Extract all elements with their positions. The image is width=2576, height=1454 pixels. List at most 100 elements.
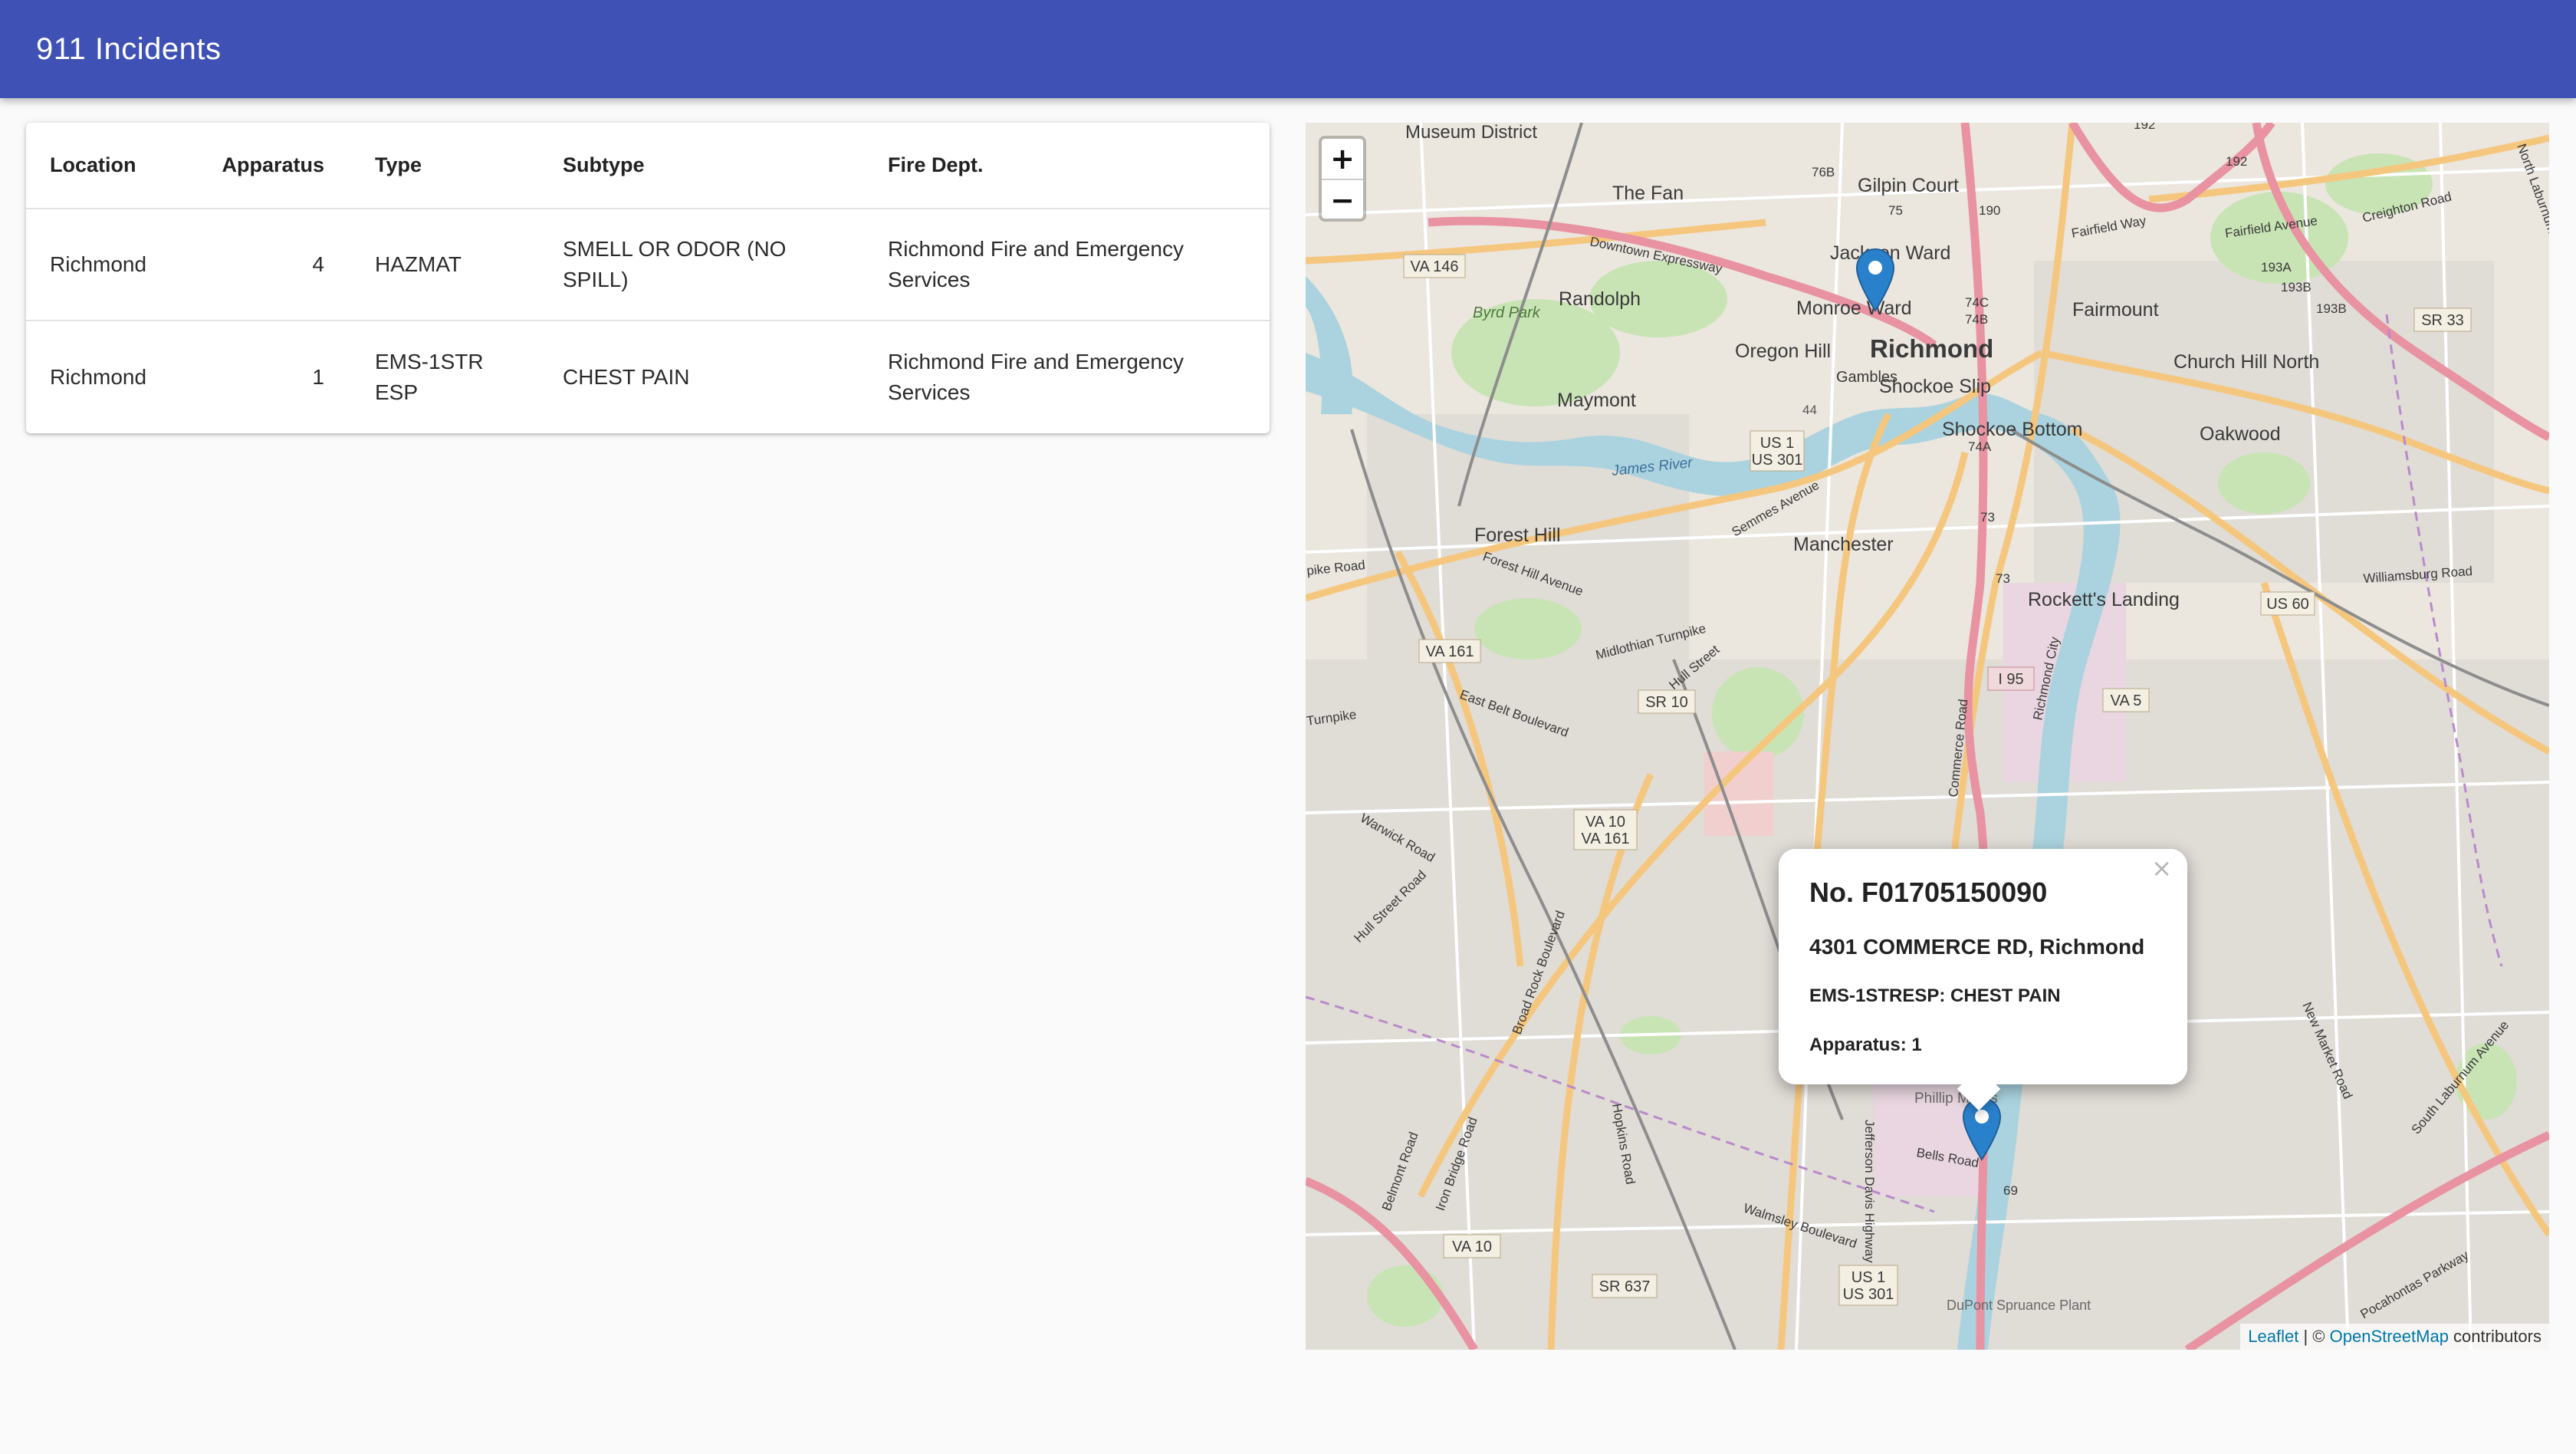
incident-popup: × No. F01705150090 4301 COMMERCE RD, Ric…	[1779, 849, 2187, 1111]
app-bar: 911 Incidents	[0, 0, 2576, 98]
svg-text:US 1: US 1	[1852, 1269, 1885, 1286]
svg-text:VA 161: VA 161	[1425, 643, 1474, 660]
svg-text:VA 10: VA 10	[1585, 814, 1625, 831]
shield-us1-us301-north: US 1US 301	[1750, 430, 1805, 472]
exit-number: 44	[1802, 403, 1817, 417]
column-header-type[interactable]: Type	[375, 123, 563, 209]
table-row[interactable]: Richmond 1 EMS-1STRESP CHEST PAIN Richmo…	[26, 321, 1270, 433]
shield-i95: I 95	[1987, 666, 2035, 691]
exit-number: 74B	[1965, 312, 1988, 327]
exit-number: 193B	[2316, 301, 2347, 316]
cell-fire-dept: Richmond Fire and Emergency Services	[888, 209, 1270, 321]
svg-text:US 1: US 1	[1760, 435, 1794, 452]
label-gilpin-court: Gilpin Court	[1858, 175, 1959, 196]
shield-us60: US 60	[2260, 591, 2315, 616]
cell-apparatus: 4	[312, 252, 324, 276]
shield-va10-va161: VA 10VA 161	[1573, 809, 1638, 850]
cell-location: Richmond	[50, 364, 147, 389]
label-shockoe-bottom: Shockoe Bottom	[1942, 419, 2082, 440]
popup-content: × No. F01705150090 4301 COMMERCE RD, Ric…	[1779, 849, 2187, 1084]
openstreetmap-link[interactable]: OpenStreetMap	[2330, 1327, 2449, 1346]
label-byrd-park: Byrd Park	[1473, 304, 1541, 321]
zoom-in-button[interactable]: +	[1322, 139, 1363, 180]
svg-text:VA 10: VA 10	[1452, 1239, 1492, 1255]
zoom-out-button[interactable]: −	[1322, 180, 1363, 220]
exit-number: 74C	[1965, 295, 1989, 310]
column-spacer	[324, 321, 375, 433]
shield-sr10: SR 10	[1638, 689, 1696, 714]
cell-fire-dept-text: Richmond Fire and Emergency Services	[888, 349, 1184, 404]
svg-text:SR 10: SR 10	[1645, 694, 1688, 711]
column-spacer	[324, 123, 375, 209]
label-church-hill-north: Church Hill North	[2174, 351, 2319, 373]
attribution-suffix: contributors	[2448, 1327, 2542, 1346]
shield-sr33: SR 33	[2413, 308, 2472, 332]
shield-us1-us301-south: US 1US 301	[1838, 1265, 1898, 1306]
exit-number: 193B	[2281, 280, 2312, 294]
popup-incident-number: No. F01705150090	[1809, 877, 2048, 908]
shield-sr637: SR 637	[1592, 1274, 1658, 1298]
incidents-table: Location Apparatus Type Subtype Fire Dep…	[26, 123, 1270, 433]
svg-text:SR 637: SR 637	[1599, 1278, 1651, 1295]
exit-number: 73	[1996, 571, 2010, 586]
svg-text:US 60: US 60	[2266, 596, 2309, 613]
column-header-fire-dept[interactable]: Fire Dept.	[888, 123, 1270, 209]
column-header-subtype[interactable]: Subtype	[563, 123, 888, 209]
label-oakwood: Oakwood	[2200, 423, 2281, 445]
exit-number: 73	[1980, 510, 1995, 525]
label-rocketts-landing: Rockett's Landing	[2028, 589, 2180, 610]
exit-number: 192	[2226, 154, 2247, 169]
shield-va161: VA 161	[1418, 639, 1481, 663]
shield-va10: VA 10	[1443, 1234, 1501, 1258]
leaflet-link[interactable]: Leaflet	[2248, 1327, 2298, 1346]
label-jefferson-davis-highway: Jefferson Davis Highway	[1862, 1120, 1877, 1263]
label-museum-district: Museum District	[1405, 123, 1537, 143]
label-gambles: Gambles	[1836, 369, 1898, 386]
exit-number: 192	[2134, 123, 2155, 132]
cell-location: Richmond	[50, 252, 147, 276]
label-randolph: Randolph	[1559, 288, 1641, 310]
cell-fire-dept-text: Richmond Fire and Emergency Services	[888, 237, 1184, 291]
map-attribution: Leaflet | © OpenStreetMap contributors	[2240, 1324, 2549, 1350]
popup-close-icon[interactable]: ×	[2151, 854, 2172, 883]
label-fairmount: Fairmount	[2072, 299, 2159, 321]
label-manchester: Manchester	[1793, 534, 1894, 555]
svg-text:US 301: US 301	[1843, 1286, 1894, 1303]
label-maymont: Maymont	[1557, 390, 1636, 411]
exit-number: 190	[1979, 203, 2000, 218]
exit-number: 76B	[1812, 165, 1835, 179]
exit-number: 193A	[2261, 260, 2292, 275]
incident-marker-pin-icon[interactable]	[1855, 248, 1895, 312]
label-forest-hill: Forest Hill	[1474, 525, 1561, 546]
shield-va5: VA 5	[2102, 688, 2150, 712]
popup-type: EMS-1STRESP: CHEST PAIN	[1809, 985, 2061, 1006]
column-header-apparatus[interactable]: Apparatus	[186, 123, 324, 209]
incident-map[interactable]: Museum District Gilpin Court The Fan Jac…	[1306, 123, 2549, 1350]
attribution-separator: | ©	[2298, 1327, 2330, 1346]
table-row[interactable]: Richmond 4 HAZMAT SMELL OR ODOR (NO SPIL…	[26, 209, 1270, 321]
cell-type-text: EMS-1STRESP	[375, 349, 484, 404]
zoom-control: + −	[1319, 136, 1366, 222]
cell-subtype: SMELL OR ODOR (NO SPILL)	[563, 209, 888, 321]
popup-address: 4301 COMMERCE RD, Richmond	[1809, 935, 2145, 959]
map-tiles[interactable]: Museum District Gilpin Court The Fan Jac…	[1306, 123, 2549, 1350]
label-oregon-hill: Oregon Hill	[1735, 340, 1831, 362]
app-title: 911 Incidents	[36, 32, 222, 66]
exit-number: 74A	[1968, 439, 1992, 454]
label-richmond: Richmond	[1870, 334, 1993, 363]
svg-text:VA 146: VA 146	[1410, 258, 1458, 275]
column-spacer	[324, 209, 375, 321]
exit-number: 69	[2003, 1183, 2018, 1198]
cell-fire-dept: Richmond Fire and Emergency Services	[888, 321, 1270, 433]
cell-subtype: CHEST PAIN	[563, 364, 690, 389]
exit-number: 75	[1888, 203, 1903, 218]
column-header-location[interactable]: Location	[26, 123, 186, 209]
cell-type: HAZMAT	[375, 252, 462, 276]
incidents-table-card: Location Apparatus Type Subtype Fire Dep…	[26, 123, 1270, 433]
label-the-fan: The Fan	[1612, 183, 1684, 204]
cell-apparatus: 1	[312, 364, 324, 389]
svg-text:SR 33: SR 33	[2421, 312, 2464, 329]
popup-apparatus: Apparatus: 1	[1809, 1035, 1922, 1055]
label-dupont: DuPont Spruance Plant	[1947, 1298, 2091, 1313]
svg-text:US 301: US 301	[1752, 452, 1803, 469]
